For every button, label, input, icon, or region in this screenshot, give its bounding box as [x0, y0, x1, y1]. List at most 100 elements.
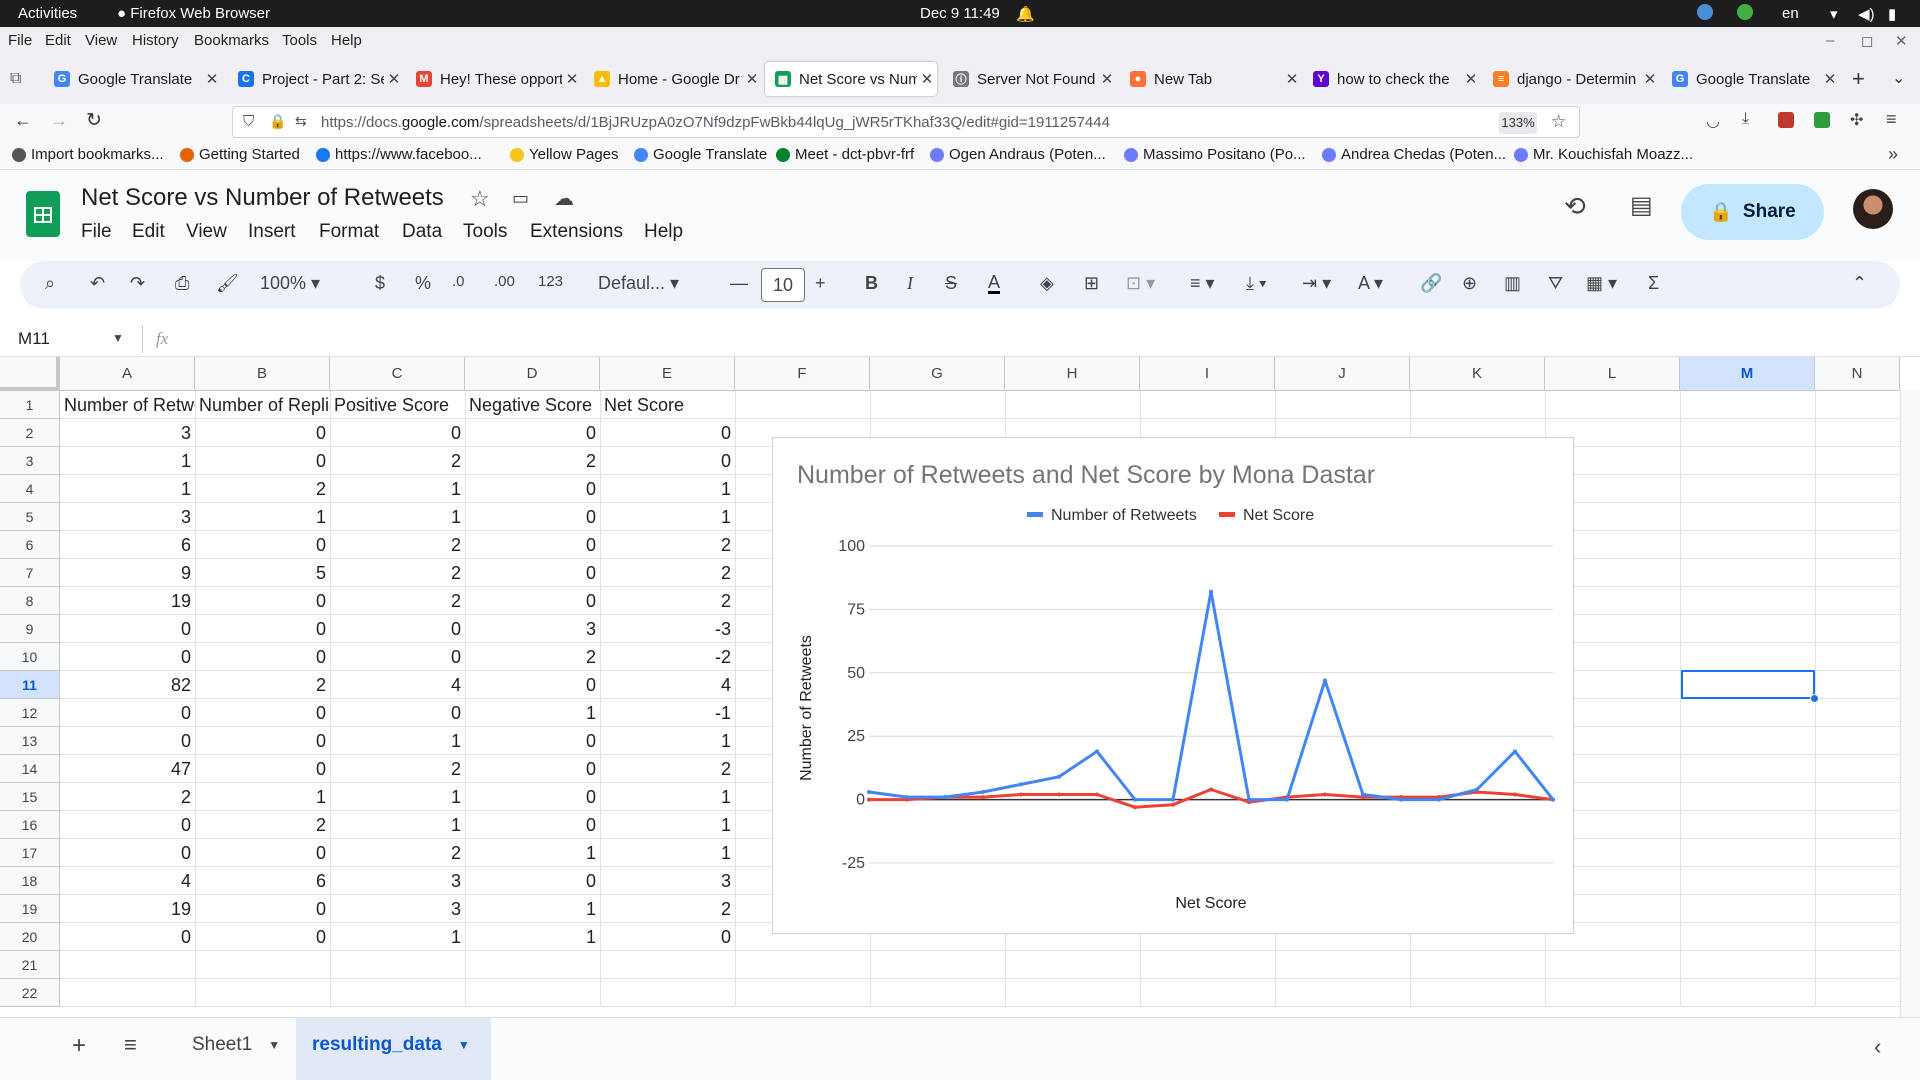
- bookmark-item[interactable]: Ogen Andraus (Poten...: [930, 146, 1106, 163]
- data-cell[interactable]: -3: [600, 615, 735, 643]
- data-cell[interactable]: 2: [465, 447, 600, 475]
- row-header[interactable]: 1: [0, 391, 60, 419]
- downloads-icon[interactable]: ⤓: [1742, 110, 1749, 128]
- data-cell[interactable]: 1: [195, 783, 330, 811]
- restore-window-button[interactable]: ◻: [1861, 32, 1873, 50]
- horizontal-align-icon[interactable]: ≡ ▾: [1190, 273, 1215, 294]
- data-cell[interactable]: 5: [195, 559, 330, 587]
- data-cell[interactable]: 1: [600, 811, 735, 839]
- column-header-n[interactable]: N: [1815, 357, 1900, 391]
- italic-button[interactable]: I: [907, 273, 913, 294]
- data-cell[interactable]: 3: [330, 867, 465, 895]
- sheet-menu-icon[interactable]: ▼: [458, 1038, 470, 1052]
- column-header-c[interactable]: C: [330, 357, 465, 391]
- tab-overview-icon[interactable]: ⧉: [10, 70, 21, 88]
- text-color-icon[interactable]: A: [988, 273, 1001, 294]
- decrease-decimal-button[interactable]: .0: [452, 273, 465, 290]
- reload-button[interactable]: ↻: [86, 109, 102, 132]
- data-cell[interactable]: 0: [195, 531, 330, 559]
- data-cell[interactable]: 6: [195, 867, 330, 895]
- data-cell[interactable]: -1: [600, 699, 735, 727]
- row-header[interactable]: 4: [0, 475, 60, 503]
- data-cell[interactable]: 2: [195, 811, 330, 839]
- data-cell[interactable]: 0: [195, 419, 330, 447]
- close-tab-icon[interactable]: ✕: [917, 70, 937, 88]
- data-cell[interactable]: 1: [60, 475, 195, 503]
- docs-menu-format[interactable]: Format: [319, 221, 379, 243]
- column-header-a[interactable]: A: [60, 357, 195, 391]
- undo-icon[interactable]: ↶: [90, 273, 105, 294]
- fill-handle[interactable]: [1810, 694, 1819, 703]
- tracking-protection-icon[interactable]: ⛉: [243, 113, 254, 130]
- docs-menu-help[interactable]: Help: [644, 221, 683, 243]
- row-header[interactable]: 20: [0, 923, 60, 951]
- data-cell[interactable]: 0: [600, 923, 735, 951]
- data-cell[interactable]: 1: [465, 895, 600, 923]
- docs-menu-data[interactable]: Data: [402, 221, 442, 243]
- data-cell[interactable]: 19: [60, 587, 195, 615]
- row-header[interactable]: 18: [0, 867, 60, 895]
- volume-icon[interactable]: ◀): [1858, 5, 1875, 23]
- data-cell[interactable]: 0: [465, 503, 600, 531]
- cloud-saved-icon[interactable]: ☁: [554, 186, 574, 211]
- sheet-tab-resulting-data[interactable]: resulting_data ▼: [312, 1034, 470, 1056]
- star-icon[interactable]: ☆: [470, 186, 490, 212]
- row-header[interactable]: 14: [0, 755, 60, 783]
- move-folder-icon[interactable]: ▭: [512, 188, 529, 209]
- search-menus-icon[interactable]: ⌕: [45, 273, 55, 294]
- close-tab-icon[interactable]: ✕: [1640, 70, 1660, 88]
- data-cell[interactable]: 0: [465, 475, 600, 503]
- column-header-h[interactable]: H: [1005, 357, 1140, 391]
- forward-button[interactable]: →: [50, 110, 68, 131]
- bookmark-item[interactable]: Massimo Positano (Po...: [1124, 146, 1306, 163]
- paint-format-icon[interactable]: 🖌: [216, 273, 239, 294]
- bold-button[interactable]: B: [865, 273, 878, 294]
- data-cell[interactable]: 1: [330, 783, 465, 811]
- row-header[interactable]: 10: [0, 643, 60, 671]
- data-cell[interactable]: 2: [600, 895, 735, 923]
- menu-edit[interactable]: Edit: [45, 32, 71, 49]
- sheet-tab-sheet1[interactable]: Sheet1 ▼: [192, 1034, 280, 1056]
- bookmark-star-icon[interactable]: ☆: [1551, 112, 1566, 132]
- data-cell[interactable]: 9: [60, 559, 195, 587]
- data-cell[interactable]: 1: [465, 839, 600, 867]
- data-cell[interactable]: 0: [195, 643, 330, 671]
- data-cell[interactable]: 3: [330, 895, 465, 923]
- docs-menu-extensions[interactable]: Extensions: [530, 221, 623, 243]
- data-cell[interactable]: 4: [600, 671, 735, 699]
- data-cell[interactable]: 1: [330, 923, 465, 951]
- select-all-corner[interactable]: [0, 357, 60, 391]
- data-cell[interactable]: 2: [600, 531, 735, 559]
- data-cell[interactable]: 0: [465, 559, 600, 587]
- row-header[interactable]: 6: [0, 531, 60, 559]
- data-cell[interactable]: 2: [195, 671, 330, 699]
- data-cell[interactable]: 0: [60, 643, 195, 671]
- data-cell[interactable]: 0: [195, 587, 330, 615]
- data-cell[interactable]: 0: [465, 727, 600, 755]
- header-cell[interactable]: Positive Score: [330, 391, 465, 419]
- data-cell[interactable]: 1: [465, 923, 600, 951]
- header-cell[interactable]: Number of Retweets: [60, 391, 195, 419]
- add-sheet-button[interactable]: +: [72, 1032, 86, 1060]
- column-header-e[interactable]: E: [600, 357, 735, 391]
- data-cell[interactable]: 1: [330, 727, 465, 755]
- data-cell[interactable]: 2: [600, 587, 735, 615]
- close-window-button[interactable]: ✕: [1895, 32, 1908, 50]
- lock-icon[interactable]: 🔒: [269, 113, 286, 130]
- data-cell[interactable]: 1: [195, 503, 330, 531]
- extension-icon[interactable]: [1778, 112, 1794, 128]
- redo-icon[interactable]: ↷: [130, 273, 145, 294]
- row-header[interactable]: 5: [0, 503, 60, 531]
- docs-menu-edit[interactable]: Edit: [132, 221, 165, 243]
- increase-decimal-button[interactable]: .00: [494, 273, 515, 290]
- data-cell[interactable]: 4: [60, 867, 195, 895]
- tab-0[interactable]: G Google Translate ✕: [44, 62, 222, 96]
- data-cell[interactable]: 3: [60, 503, 195, 531]
- print-icon[interactable]: ⎙: [175, 273, 189, 294]
- header-cell[interactable]: Negative Score: [465, 391, 600, 419]
- bookmark-item[interactable]: Google Translate: [634, 146, 767, 163]
- vertical-align-icon[interactable]: ⤓ ▾: [1246, 273, 1267, 294]
- column-header-m[interactable]: M: [1680, 357, 1815, 391]
- embedded-chart[interactable]: Number of Retweets and Net Score by Mona…: [772, 437, 1574, 934]
- font-family-select[interactable]: Defaul... ▾: [598, 273, 679, 294]
